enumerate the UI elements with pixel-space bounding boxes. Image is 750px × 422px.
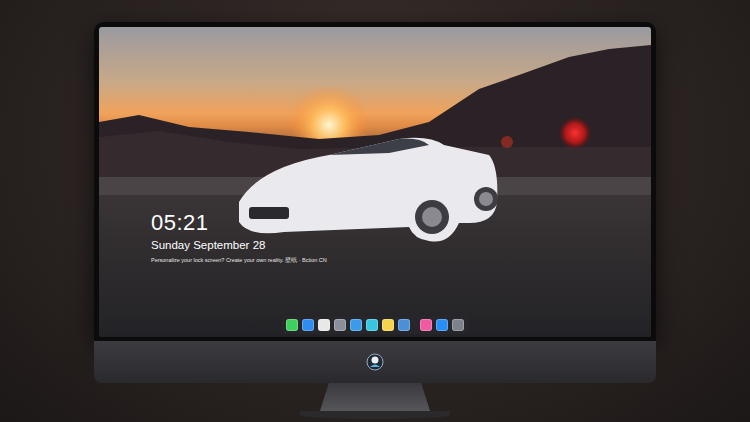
clock-date: Sunday September 28 <box>151 239 327 253</box>
lock-screen: 05:21 Sunday September 28 Personalize yo… <box>99 27 651 337</box>
monitor-base <box>300 411 450 419</box>
dock <box>281 316 469 334</box>
brand-logo-icon <box>366 353 384 371</box>
wallpaper-photo <box>99 27 651 337</box>
app-icon[interactable] <box>420 319 432 331</box>
app-icon[interactable] <box>398 319 410 331</box>
wallpaper-caption[interactable]: Personalize your lock screen? Create you… <box>151 257 327 264</box>
app-icon[interactable] <box>436 319 448 331</box>
monitor-chin <box>94 341 656 383</box>
app-icon[interactable] <box>452 319 464 331</box>
lock-clock: 05:21 Sunday September 28 Personalize yo… <box>151 211 327 264</box>
app-icon[interactable] <box>350 319 362 331</box>
app-icon[interactable] <box>286 319 298 331</box>
app-icon[interactable] <box>318 319 330 331</box>
monitor-bezel: 05:21 Sunday September 28 Personalize yo… <box>94 22 656 341</box>
clock-time: 05:21 <box>151 211 327 235</box>
app-icon[interactable] <box>366 319 378 331</box>
monitor-stand <box>320 383 430 411</box>
app-icon[interactable] <box>382 319 394 331</box>
app-icon[interactable] <box>334 319 346 331</box>
app-icon[interactable] <box>302 319 314 331</box>
